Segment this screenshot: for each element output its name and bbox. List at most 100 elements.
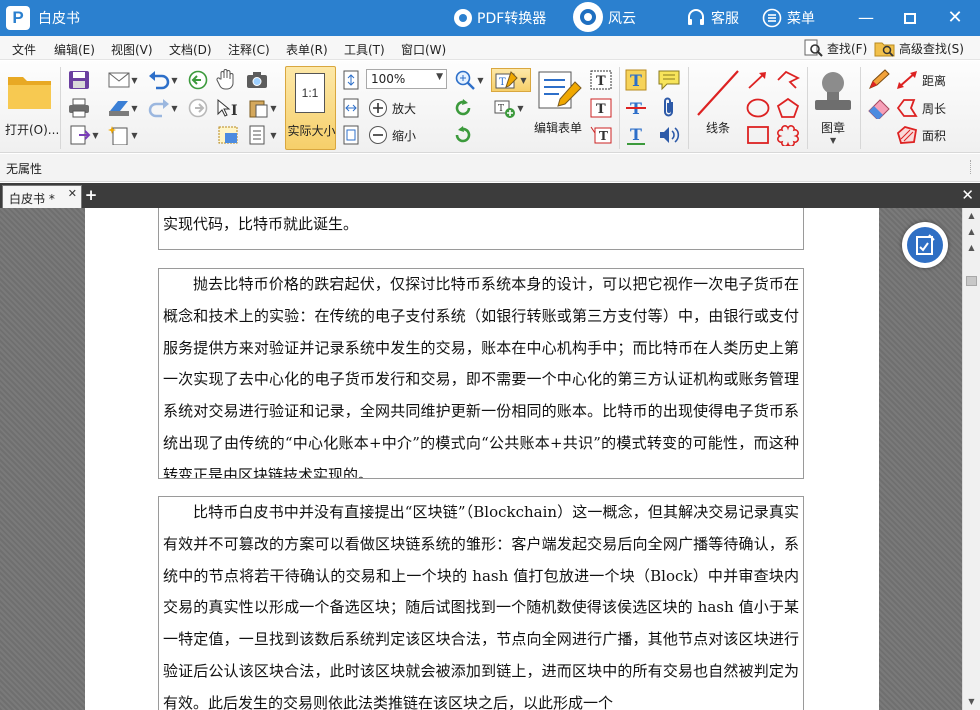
fengyun-button[interactable]: 风云	[573, 2, 636, 32]
page-up-icon[interactable]: ▲	[963, 224, 980, 240]
fit-visible-button[interactable]	[341, 124, 361, 146]
chevron-down-icon[interactable]: ▼	[830, 136, 836, 145]
document-tab[interactable]: 白皮书 * ✕	[2, 185, 82, 208]
document-view[interactable]: 实现代码，比特币就此诞生。 抛去比特币价格的跌宕起伏，仅探讨比特币系统本身的设计…	[0, 208, 962, 710]
paragraph-text: 抛去比特币价格的跌宕起伏，仅探讨比特币系统本身的设计，可以把它视作一次电子货币在…	[163, 275, 799, 479]
polygon-tool-button[interactable]	[774, 97, 802, 119]
pencil-tool-button[interactable]	[866, 69, 892, 91]
paste-button[interactable]: ▼	[244, 97, 280, 119]
underline-tool-button[interactable]: T	[624, 124, 648, 146]
close-icon[interactable]: ✕	[938, 4, 972, 32]
add-field-button[interactable]: T ▼	[491, 97, 527, 119]
perimeter-label: 周长	[922, 101, 947, 116]
new-document-button[interactable]: ▼	[106, 124, 140, 146]
strikeout-tool-button[interactable]: T	[624, 97, 648, 119]
find-button[interactable]: 查找(F)	[804, 39, 867, 57]
arrow-tool-button[interactable]	[744, 69, 772, 91]
ellipse-tool-button[interactable]	[744, 97, 772, 119]
minimize-icon[interactable]: —	[849, 4, 883, 32]
menu-window[interactable]: 窗口(W)	[401, 41, 446, 58]
camera-button[interactable]	[244, 69, 270, 91]
page-tools-button[interactable]: ▼	[244, 124, 280, 146]
stamp-tool-button[interactable]	[811, 67, 855, 117]
previous-view-button[interactable]	[186, 69, 210, 91]
next-view-button[interactable]	[186, 97, 210, 119]
distance-tool-button[interactable]: 距离	[896, 69, 956, 91]
zoom-in-icon	[369, 99, 387, 117]
form-text-tool-button[interactable]: T ▼	[491, 68, 531, 92]
perimeter-icon	[896, 99, 918, 117]
fit-page-button[interactable]	[341, 69, 361, 91]
menu-form[interactable]: 表单(R)	[286, 41, 328, 58]
export-button[interactable]: ▼	[66, 124, 102, 146]
select-text-button[interactable]: I	[214, 97, 242, 119]
add-tab-icon[interactable]: +	[83, 187, 99, 203]
main-menu-button[interactable]: 菜单	[762, 6, 815, 30]
close-tab-icon[interactable]: ✕	[68, 187, 77, 200]
scanner-icon	[109, 101, 130, 116]
typewriter-tool-button[interactable]: T	[624, 69, 648, 91]
scroll-up-icon[interactable]: ▲	[963, 208, 980, 224]
sound-tool-button[interactable]	[656, 124, 682, 146]
rotate-left-button[interactable]	[451, 97, 475, 119]
attach-file-button[interactable]	[656, 97, 682, 119]
redo-button[interactable]: ▼	[146, 97, 180, 119]
maximize-icon[interactable]	[893, 4, 927, 32]
print-button[interactable]	[66, 97, 92, 119]
edit-form-button[interactable]	[536, 69, 584, 111]
toolbar-grip[interactable]	[970, 160, 974, 174]
email-icon	[108, 72, 130, 88]
note-tool-button[interactable]	[656, 69, 682, 91]
scan-button[interactable]: ▼	[106, 97, 140, 119]
open-button[interactable]	[5, 69, 55, 113]
hand-tool-button[interactable]	[214, 69, 238, 91]
menu-edit[interactable]: 编辑(E)	[54, 41, 95, 58]
advanced-find-label: 高级查找(S)	[899, 41, 964, 56]
close-document-icon[interactable]: ✕	[961, 186, 974, 204]
ellipse-icon	[746, 98, 770, 118]
vertical-scrollbar[interactable]: ▲ ▲ ▲ ▼	[962, 208, 980, 710]
magnifier-button[interactable]: ▼	[451, 69, 487, 91]
menu-comment[interactable]: 注释(C)	[228, 41, 270, 58]
text-block[interactable]: 实现代码，比特币就此诞生。	[158, 208, 804, 250]
line-tool-button[interactable]	[694, 67, 742, 119]
eraser-tool-button[interactable]	[866, 97, 892, 119]
menu-view[interactable]: 视图(V)	[111, 41, 153, 58]
text-block[interactable]: 比特币白皮书中并没有直接提出“区块链”（Blockchain）这一概念，但其解决…	[158, 496, 804, 710]
area-tool-button[interactable]: 面积	[896, 124, 956, 146]
perimeter-tool-button[interactable]: 周长	[896, 97, 956, 119]
rectangle-tool-button[interactable]	[744, 124, 772, 146]
save-button[interactable]	[66, 69, 92, 91]
text-field-icon: T	[590, 70, 612, 90]
undo-button[interactable]: ▼	[146, 69, 180, 91]
page-up-alt-icon[interactable]: ▲	[963, 240, 980, 256]
zoom-in-button[interactable]: 放大	[368, 97, 424, 119]
email-button[interactable]: ▼	[106, 69, 140, 91]
callout-tool-button[interactable]: T	[589, 124, 613, 146]
text-box-tool-button[interactable]: T	[589, 97, 613, 119]
floating-tool-button[interactable]	[902, 222, 948, 268]
polyline-tool-button[interactable]	[774, 69, 802, 91]
advanced-find-button[interactable]: 高级查找(S)	[874, 39, 964, 57]
zoom-select[interactable]: 100% ▼	[366, 69, 447, 89]
snapshot-button[interactable]	[214, 124, 242, 146]
actual-size-button[interactable]: 1:1 实际大小	[285, 66, 336, 150]
cloud-tool-button[interactable]	[774, 124, 802, 146]
cloud-icon	[777, 125, 799, 146]
svg-text:T: T	[596, 74, 606, 89]
rotate-right-button[interactable]	[451, 124, 475, 146]
menu-file[interactable]: 文件	[12, 41, 36, 58]
scrollbar-thumb[interactable]	[966, 276, 977, 286]
menu-list-icon	[762, 8, 782, 28]
paragraph-text: 比特币白皮书中并没有直接提出“区块链”（Blockchain）这一概念，但其解决…	[163, 503, 799, 710]
menu-tools[interactable]: 工具(T)	[344, 41, 385, 58]
pdf-converter-button[interactable]: PDF转换器	[454, 6, 546, 30]
scroll-down-icon[interactable]: ▼	[963, 694, 980, 710]
service-button[interactable]: 客服	[686, 6, 739, 30]
zoom-out-button[interactable]: 缩小	[368, 124, 424, 146]
text-field-tool-button[interactable]: T	[589, 69, 613, 91]
save-icon	[69, 71, 89, 89]
fit-width-button[interactable]	[341, 97, 361, 119]
text-block[interactable]: 抛去比特币价格的跌宕起伏，仅探讨比特币系统本身的设计，可以把它视作一次电子货币在…	[158, 268, 804, 479]
menu-document[interactable]: 文档(D)	[169, 41, 212, 58]
